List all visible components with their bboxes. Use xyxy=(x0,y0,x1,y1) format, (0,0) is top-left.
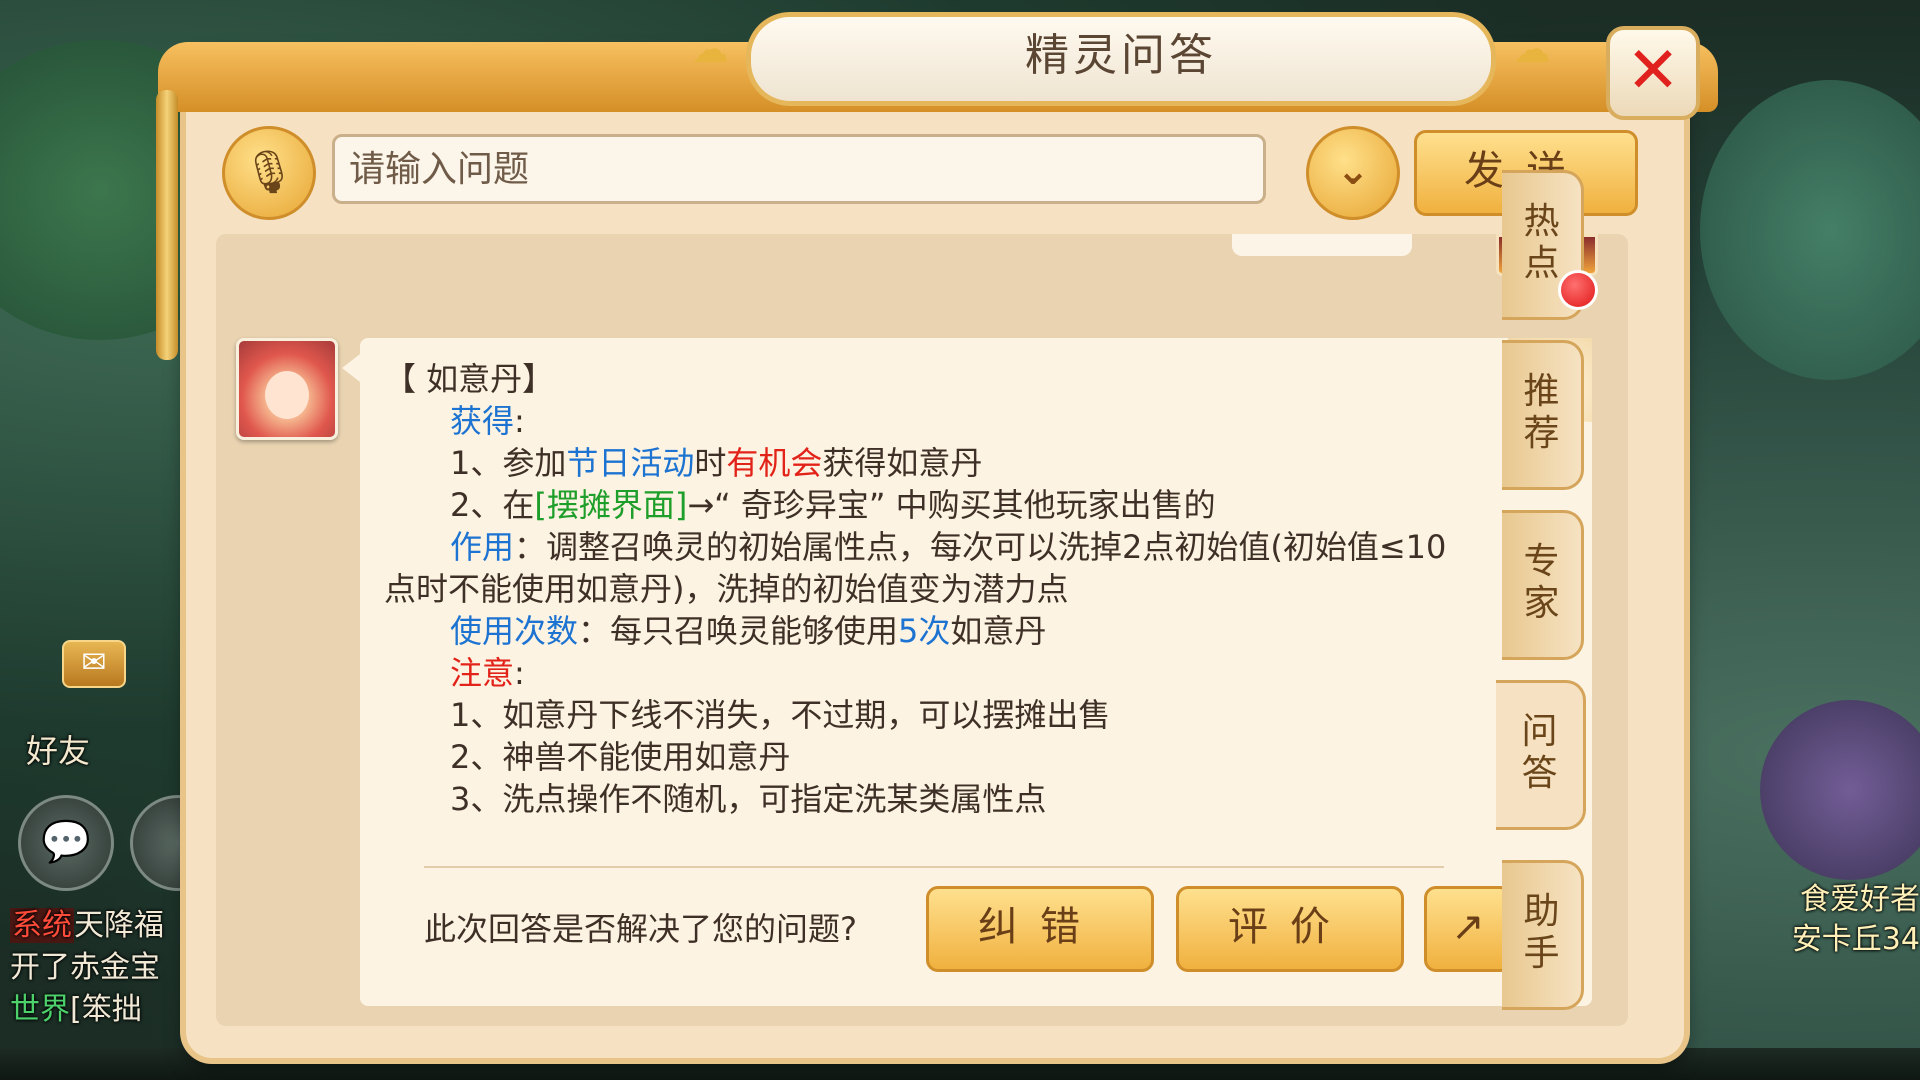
share-button[interactable]: ↗ xyxy=(1424,886,1512,972)
answer-heading: 【 如意丹】 xyxy=(384,360,555,398)
note-item: 3、洗点操作不随机，可指定洗某类属性点 xyxy=(450,780,1047,818)
spirit-qa-dialog: ☁ 精灵问答 ☁ ✕ 🎙 ⌄ 发送 📖 【 如意丹】 获得: 1、参加节日活动时… xyxy=(156,12,1718,1058)
tab-label: 家 xyxy=(1523,583,1560,624)
character-sprite xyxy=(1760,700,1920,880)
tab-recommend[interactable]: 推荐 xyxy=(1502,340,1584,490)
share-icon: ↗ xyxy=(1451,904,1485,950)
text: 1、参加 xyxy=(450,444,567,482)
text: 获得如意丹 xyxy=(822,444,983,482)
cloud-icon: ☁ xyxy=(1513,27,1551,71)
text: 如意丹 xyxy=(950,612,1047,650)
text: ：调整召唤灵的初始属性点，每次可以洗掉2点初始值(初始值≤10 xyxy=(514,528,1447,566)
cloud-icon: ☁ xyxy=(691,27,729,71)
chat-icon[interactable]: 💬 xyxy=(18,795,114,891)
question-input[interactable] xyxy=(332,134,1266,204)
obtain-item: 1、参加节日活动时有机会获得如意丹 xyxy=(384,442,1504,484)
text: →“ 奇珍异宝” 中购买其他玩家出售的 xyxy=(687,486,1216,524)
friend-label[interactable]: 好友 xyxy=(26,726,90,772)
note-item: 2、神兽不能使用如意丹 xyxy=(450,738,791,776)
rate-button[interactable]: 评价 xyxy=(1176,886,1404,972)
dialog-title: 精灵问答 xyxy=(1025,30,1217,81)
tab-label: 推 xyxy=(1523,371,1560,412)
usage-section: 使用次数：每只召唤灵能够使用5次如意丹 xyxy=(384,610,1504,652)
tab-label: 问 xyxy=(1521,711,1558,752)
tab-expert[interactable]: 专家 xyxy=(1502,510,1584,660)
chance-highlight: 有机会 xyxy=(726,444,823,482)
close-icon: ✕ xyxy=(1626,34,1680,108)
conversation-area[interactable]: 📖 【 如意丹】 获得: 1、参加节日活动时有机会获得如意丹 2、在[摆摊界面]… xyxy=(216,234,1628,1026)
chat-log: 系统天降福 开了赤金宝 世界[笨拙 xyxy=(10,905,164,1031)
tab-qa[interactable]: 问答 xyxy=(1496,680,1586,830)
chat-text: 开了赤金宝 xyxy=(10,950,160,985)
tab-label: 荐 xyxy=(1523,413,1560,454)
bubble-tail xyxy=(342,354,360,382)
tree-decoration xyxy=(1700,80,1920,380)
answer-bubble: 📖 【 如意丹】 获得: 1、参加节日活动时有机会获得如意丹 2、在[摆摊界面]… xyxy=(342,338,1592,1006)
tab-assistant[interactable]: 助手 xyxy=(1502,860,1584,1010)
text: 时 xyxy=(694,444,727,482)
title-banner: ☁ 精灵问答 ☁ xyxy=(691,12,1551,106)
obtain-section: 获得: xyxy=(450,402,525,440)
player-name: 食爱好者 xyxy=(1800,882,1920,917)
chat-text: 天降福 xyxy=(74,908,164,943)
mail-icon[interactable]: ✉ xyxy=(62,640,126,688)
chat-text: [笨拙 xyxy=(70,992,142,1027)
chevron-down-icon: ⌄ xyxy=(1336,148,1370,194)
note-item: 1、如意丹下线不消失，不过期，可以摆摊出售 xyxy=(450,696,1111,734)
tab-label: 助 xyxy=(1523,891,1560,932)
microphone-button[interactable]: 🎙 xyxy=(222,126,316,220)
effect-continuation: 点时不能使用如意丹)，洗掉的初始值变为潜力点 xyxy=(384,570,1069,608)
usage-count: 5次 xyxy=(898,612,951,650)
tab-label: 答 xyxy=(1521,753,1558,794)
notification-dot xyxy=(1558,270,1598,310)
spirit-avatar xyxy=(236,338,338,440)
microphone-icon: 🎙 xyxy=(242,147,296,196)
holiday-event-link: 节日活动 xyxy=(566,444,695,482)
usage-label: 使用次数 xyxy=(450,612,579,650)
tassel-decoration xyxy=(156,90,178,360)
chat-line: 世界[笨拙 xyxy=(10,989,164,1031)
text: ：每只召唤灵能够使用 xyxy=(578,612,899,650)
tab-label: 专 xyxy=(1523,541,1560,582)
tab-label: 手 xyxy=(1523,933,1560,974)
chat-line: 开了赤金宝 xyxy=(10,947,164,989)
note-label: 注意 xyxy=(450,654,515,692)
divider xyxy=(424,866,1444,868)
chat-channel-world: 世界 xyxy=(10,992,70,1027)
feedback-question: 此次回答是否解决了您的问题? xyxy=(424,910,857,948)
player-name: 安卡丘34 xyxy=(1791,922,1920,957)
effect-label: 作用 xyxy=(450,528,515,566)
obtain-label: 获得 xyxy=(450,402,515,440)
effect-section: 作用：调整召唤灵的初始属性点，每次可以洗掉2点初始值(初始值≤10 xyxy=(384,526,1504,568)
previous-question-bubble xyxy=(1232,234,1412,256)
answer-text: 【 如意丹】 获得: 1、参加节日活动时有机会获得如意丹 2、在[摆摊界面]→“… xyxy=(384,358,1504,820)
chat-line: 系统天降福 xyxy=(10,905,164,947)
report-error-button[interactable]: 纠错 xyxy=(926,886,1154,972)
stall-interface-link[interactable]: [摆摊界面] xyxy=(534,486,687,524)
chat-channel-system: 系统 xyxy=(10,908,74,943)
history-dropdown-button[interactable]: ⌄ xyxy=(1306,126,1400,220)
player-names: 食爱好者 安卡丘34 xyxy=(1792,880,1920,960)
avatar-face xyxy=(265,371,309,419)
note-section: 注意: xyxy=(450,654,525,692)
close-button[interactable]: ✕ xyxy=(1606,26,1700,120)
text: 2、在 xyxy=(450,486,535,524)
obtain-item: 2、在[摆摊界面]→“ 奇珍异宝” 中购买其他玩家出售的 xyxy=(384,484,1504,526)
tab-label: 热 xyxy=(1523,201,1560,242)
